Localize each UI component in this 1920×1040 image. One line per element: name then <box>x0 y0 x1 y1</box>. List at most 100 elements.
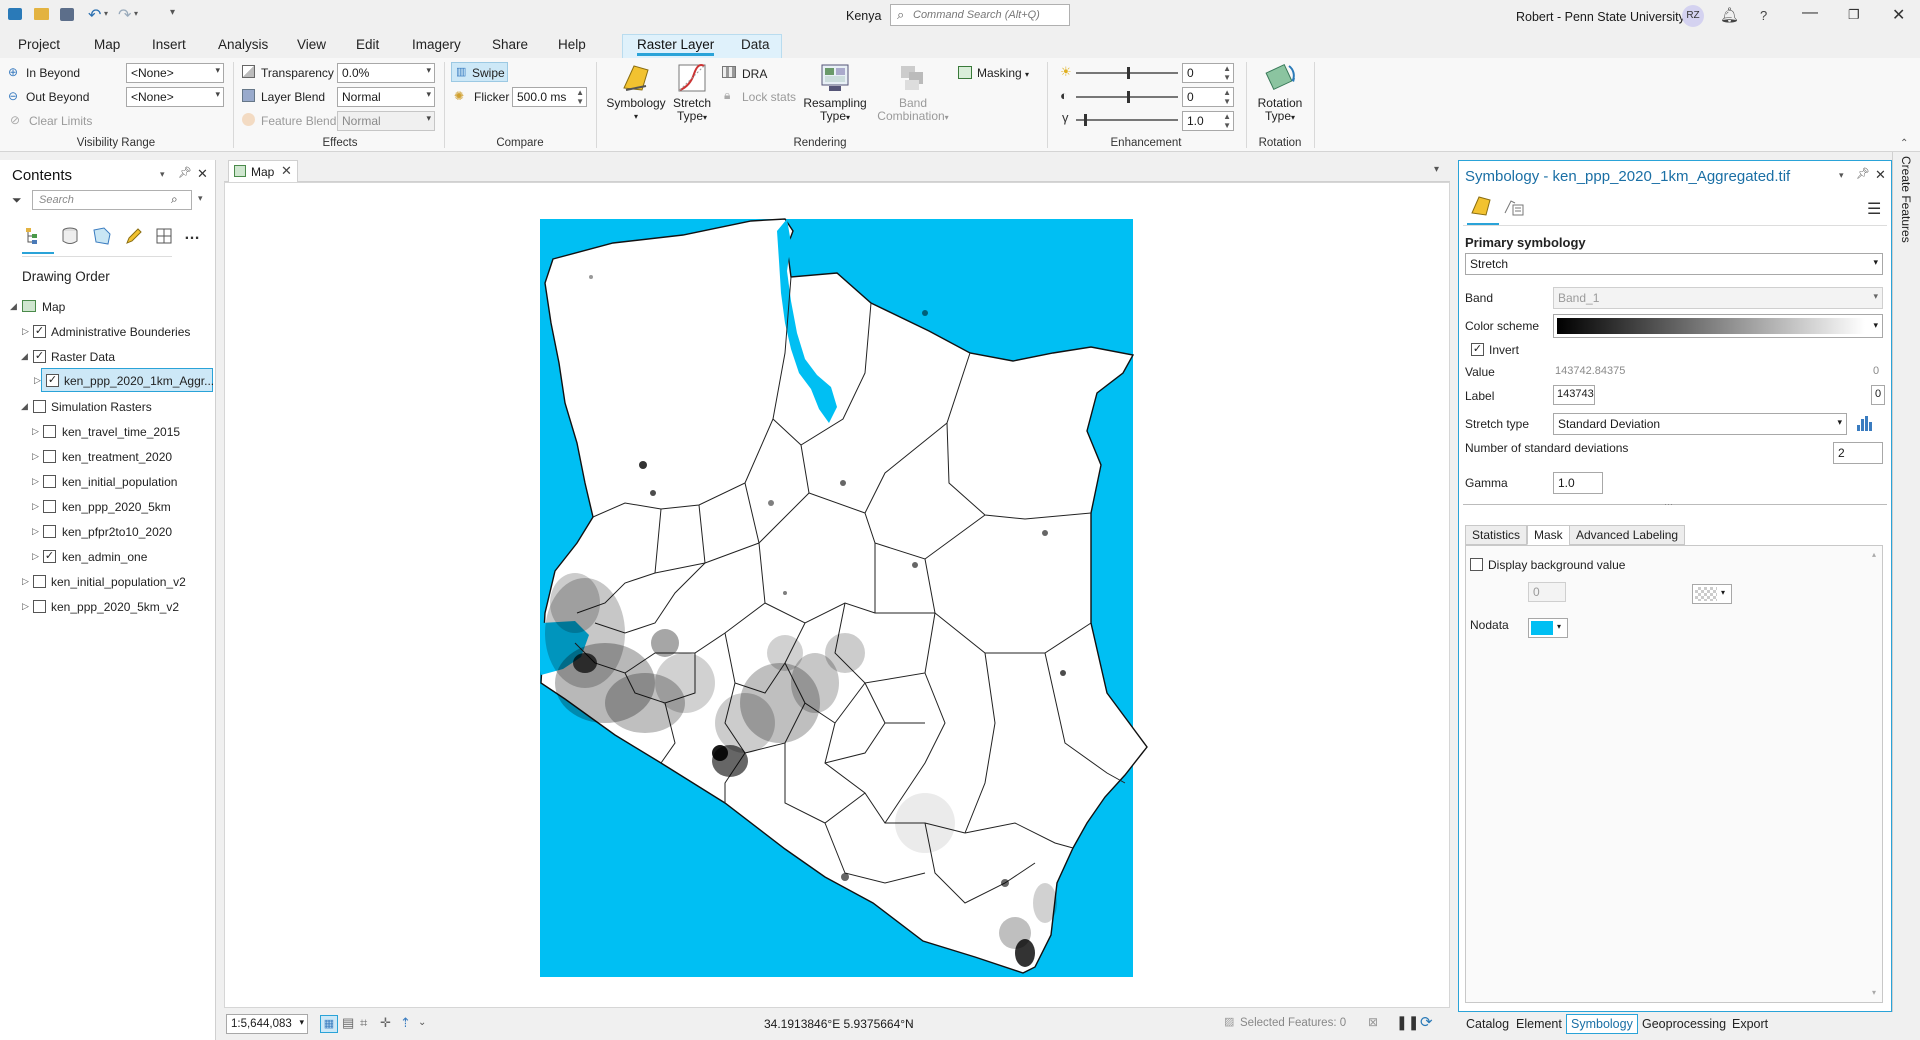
tree-item-ken-pfpr2to10-2020[interactable]: ▷ ken_pfpr2to10_2020 <box>0 521 216 543</box>
label-high-input[interactable]: 143743 <box>1553 385 1595 405</box>
spinner-arrows-icon[interactable]: ▲ ▼ <box>576 88 584 106</box>
gamma-input[interactable]: 1.0 <box>1553 472 1603 494</box>
out-beyond-combo[interactable]: <None> ▾ <box>126 87 224 107</box>
tab-element[interactable]: Element <box>1516 1017 1562 1031</box>
list-by-drawing-order-icon[interactable] <box>24 226 44 246</box>
tab-map[interactable]: Map <box>94 37 120 52</box>
tab-advanced-labeling[interactable]: Advanced Labeling <box>1569 525 1686 545</box>
tab-data[interactable]: Data <box>741 37 770 52</box>
tree-item-ken-initial-population-v2[interactable]: ▷ ken_initial_population_v2 <box>0 571 216 593</box>
layer-blend-combo[interactable]: Normal ▾ <box>337 87 435 107</box>
tab-list-dropdown-icon[interactable]: ▾ <box>1434 164 1439 175</box>
tab-help[interactable]: Help <box>558 37 586 52</box>
tree-item-map[interactable]: ◢ Map <box>0 296 216 318</box>
close-icon[interactable]: ✕ <box>281 163 292 179</box>
pin-icon[interactable]: 📌︎ <box>178 166 192 179</box>
masking-button[interactable]: Masking ▾ <box>977 66 1029 80</box>
renderer-combo[interactable]: Stretch ▾ <box>1465 253 1883 275</box>
chevron-down-icon[interactable]: ⌄ <box>418 1017 426 1028</box>
scroll-up-icon[interactable]: ▴ <box>1872 550 1876 559</box>
north-arrow-icon[interactable]: ⇡ <box>400 1015 411 1031</box>
symbology-button[interactable]: Symbology ▾ <box>604 62 668 123</box>
snapping-icon[interactable]: ⌗ <box>360 1015 367 1031</box>
rotation-type-button[interactable]: Rotation Type▾ <box>1252 62 1308 124</box>
layer-visibility-checkbox[interactable] <box>43 525 56 538</box>
minimize-icon[interactable]: — <box>1802 4 1818 22</box>
display-background-checkbox[interactable] <box>1470 558 1483 571</box>
menu-icon[interactable]: ☰ <box>1867 199 1881 219</box>
tree-item-ken-treatment-2020[interactable]: ▷ ken_treatment_2020 <box>0 446 216 468</box>
notifications-icon[interactable]: 🔔︎ <box>1720 6 1739 24</box>
layer-visibility-checkbox[interactable] <box>33 400 46 413</box>
expand-icon[interactable]: ▷ <box>22 326 29 337</box>
filter-icon[interactable]: ⏷ <box>12 193 22 208</box>
contrast-slider-thumb[interactable] <box>1127 91 1130 103</box>
stretch-type-button[interactable]: Stretch Type▾ <box>668 62 716 124</box>
layer-visibility-checkbox[interactable]: ✓ <box>46 374 59 387</box>
tree-item-raster-data[interactable]: ◢ ✓ Raster Data <box>0 346 216 368</box>
refresh-icon[interactable]: ⟳ <box>1420 1013 1433 1031</box>
splitter[interactable] <box>1463 504 1887 505</box>
pin-icon[interactable]: 📌︎ <box>1856 167 1870 180</box>
tab-export[interactable]: Export <box>1732 1017 1768 1031</box>
tab-edit[interactable]: Edit <box>356 37 379 52</box>
spinner-arrows-icon[interactable]: ▲ ▼ <box>1223 64 1231 82</box>
flicker-label[interactable]: Flicker <box>474 90 509 104</box>
scroll-down-icon[interactable]: ▾ <box>1872 988 1876 997</box>
layer-visibility-checkbox[interactable]: ✓ <box>33 350 46 363</box>
gamma-spinner[interactable]: 1.0 ▲ ▼ <box>1182 111 1234 131</box>
flicker-rate-spinner[interactable]: 500.0 ms ▲ ▼ <box>512 87 587 107</box>
contents-search-input[interactable]: Search ⌕ <box>32 190 192 210</box>
expand-icon[interactable]: ▷ <box>22 576 29 587</box>
tab-analysis[interactable]: Analysis <box>218 37 268 52</box>
stretch-type-combo[interactable]: Standard Deviation ▾ <box>1553 413 1847 435</box>
in-beyond-label[interactable]: In Beyond <box>26 66 80 80</box>
transparency-label[interactable]: Transparency <box>261 66 334 80</box>
band-combination-button[interactable]: Band Combination▾ <box>870 62 956 124</box>
tab-mask[interactable]: Mask <box>1527 525 1570 545</box>
command-search-box[interactable]: ⌕ Command Search (Alt+Q) <box>890 4 1070 26</box>
customize-toolbar-icon[interactable]: ▾ <box>170 7 175 18</box>
tab-view[interactable]: View <box>297 37 326 52</box>
label-low-input[interactable]: 0 <box>1871 385 1885 405</box>
expand-icon[interactable]: ▷ <box>34 375 41 386</box>
background-value-input[interactable]: 0 <box>1528 582 1566 602</box>
dra-button[interactable]: DRA <box>742 67 767 81</box>
list-by-data-source-icon[interactable] <box>60 226 80 246</box>
close-icon[interactable]: ✕ <box>1875 167 1886 183</box>
layer-visibility-checkbox[interactable] <box>33 575 46 588</box>
spinner-arrows-icon[interactable]: ▲ ▼ <box>1223 112 1231 130</box>
gamma-slider-thumb[interactable] <box>1084 114 1087 126</box>
tree-item-ken-travel-time-2015[interactable]: ▷ ken_travel_time_2015 <box>0 421 216 443</box>
contrast-spinner[interactable]: 0 ▲ ▼ <box>1182 87 1234 107</box>
pause-drawing-icon[interactable]: ❚❚ <box>1396 1014 1419 1031</box>
map-view[interactable] <box>224 182 1450 1008</box>
splitter-grip-icon[interactable]: ⋯ <box>1664 499 1673 510</box>
gamma-slider[interactable] <box>1076 119 1178 121</box>
expand-icon[interactable]: ▷ <box>32 526 39 537</box>
expand-icon[interactable]: ▷ <box>32 501 39 512</box>
close-window-icon[interactable]: ✕ <box>1892 5 1905 25</box>
layer-visibility-checkbox[interactable] <box>43 450 56 463</box>
tab-insert[interactable]: Insert <box>152 37 186 52</box>
list-by-editing-icon[interactable] <box>124 226 144 246</box>
expand-icon[interactable]: ▷ <box>22 601 29 612</box>
histogram-icon[interactable] <box>1855 413 1877 435</box>
spinner-arrows-icon[interactable]: ▲ ▼ <box>1223 88 1231 106</box>
feature-blend-label[interactable]: Feature Blend <box>261 114 336 128</box>
primary-symbology-tab-icon[interactable] <box>1469 195 1495 219</box>
in-beyond-combo[interactable]: <None> ▾ <box>126 63 224 83</box>
layer-visibility-checkbox[interactable]: ✓ <box>33 325 46 338</box>
tab-symbology[interactable]: Symbology <box>1566 1014 1638 1034</box>
tab-map-view[interactable]: Map ✕ <box>228 160 298 182</box>
tab-statistics[interactable]: Statistics <box>1465 525 1528 545</box>
tree-item-ken-ppp-2020-5km-v2[interactable]: ▷ ken_ppp_2020_5km_v2 <box>0 596 216 618</box>
layer-blend-label[interactable]: Layer Blend <box>261 90 325 104</box>
map-canvas[interactable] <box>225 183 1449 1007</box>
tab-raster-layer[interactable]: Raster Layer <box>637 37 715 56</box>
more-options-icon[interactable]: … <box>184 226 200 244</box>
collapse-icon[interactable]: ◢ <box>21 401 28 412</box>
pane-options-icon[interactable]: ▾ <box>160 169 165 180</box>
redo-dropdown-icon[interactable]: ▾ <box>134 9 138 18</box>
expand-icon[interactable]: ▷ <box>32 476 39 487</box>
